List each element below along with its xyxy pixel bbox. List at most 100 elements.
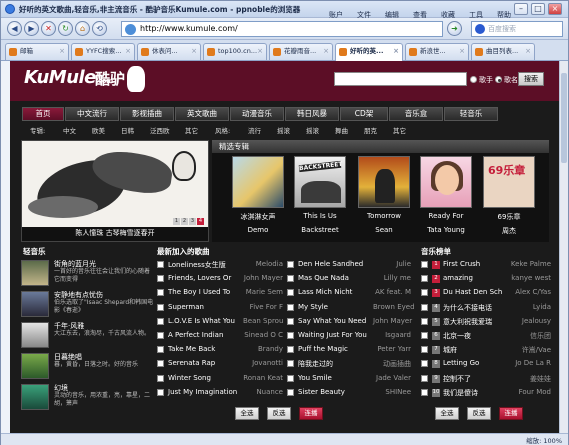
album-title[interactable]: This Is Us (288, 212, 352, 220)
tab-close-icon[interactable]: × (323, 44, 329, 59)
table-row[interactable]: Winter Song Ronan Keat (157, 373, 283, 386)
tab-close-icon[interactable]: × (59, 44, 65, 59)
sub-album-jk[interactable]: 日韩 (121, 125, 134, 135)
song-artist[interactable]: John Mayer (373, 317, 412, 325)
song-checkbox[interactable] (157, 374, 164, 382)
album-title[interactable]: Ready For (414, 212, 478, 220)
nav-chinese-pop[interactable]: 中文流行 (65, 107, 119, 121)
tab-top100[interactable]: top100.cn... × (203, 43, 267, 60)
song-checkbox[interactable] (287, 388, 294, 396)
song-artist[interactable]: Alex C/Yas (507, 288, 551, 296)
chart-row[interactable]: 2 amazing kanye west (421, 273, 551, 286)
table-row[interactable]: Friends, Lovers Or John Mayer (157, 273, 283, 286)
chart-row[interactable]: 5 意大利祝我爱瑞 Jealousy (421, 316, 551, 329)
list-item[interactable]: 街角的蓝月光 一首好的音乐往往会让我们的心随着它而变得 (21, 259, 157, 287)
song-artist[interactable]: Five For F (243, 303, 283, 311)
song-checkbox[interactable] (287, 360, 294, 368)
song-title[interactable]: The Boy I Used To (168, 288, 230, 296)
album-cover[interactable]: 69乐章 (483, 156, 535, 208)
song-artist[interactable]: SHINee (373, 388, 411, 396)
table-row[interactable]: Serenata Rap Jovanotti (157, 358, 283, 371)
table-row[interactable]: The Boy I Used To Marie Sem (157, 287, 283, 300)
banner-page-2[interactable]: 2 (181, 218, 188, 225)
song-artist[interactable]: Jealousy (507, 317, 551, 325)
song-title[interactable]: Winter Song (168, 374, 211, 382)
song-title[interactable]: amazing (443, 274, 473, 282)
sub-style-pop[interactable]: 流行 (248, 125, 261, 135)
sub-style-dance[interactable]: 舞曲 (335, 125, 348, 135)
song-checkbox[interactable] (287, 317, 294, 325)
song-artist[interactable]: AK feat. M (373, 288, 411, 296)
song-checkbox[interactable] (287, 261, 294, 268)
nav-light-music[interactable]: 轻音乐 (444, 107, 498, 121)
song-checkbox[interactable] (421, 374, 428, 382)
table-row[interactable]: You Smile Jade Valer (287, 373, 411, 386)
song-title[interactable]: Den Hele Sandhed (298, 260, 363, 268)
tab-kumule[interactable]: 好听的英... × (335, 43, 403, 61)
chart-row[interactable]: 9 控制不了 姜娃娃 (421, 373, 551, 386)
forward-button[interactable]: ▶ (24, 21, 39, 36)
song-title[interactable]: Serenata Rap (168, 359, 215, 367)
song-artist[interactable]: 许嵩/Vae (507, 345, 551, 355)
nav-film-songs[interactable]: 影视插曲 (120, 107, 174, 121)
album-card[interactable]: 冰淇淋女声 Demo (232, 156, 284, 234)
song-checkbox[interactable] (157, 261, 164, 268)
song-title[interactable]: Superman (168, 303, 204, 311)
song-checkbox[interactable] (421, 275, 428, 283)
nav-music-box[interactable]: 音乐盒 (389, 107, 443, 121)
address-input[interactable]: http://www.kumule.com/ (121, 21, 443, 37)
sub-album-western[interactable]: 欧美 (92, 125, 105, 135)
song-checkbox[interactable] (287, 303, 294, 311)
album-artist[interactable]: Backstreet (288, 226, 352, 234)
song-checkbox[interactable] (421, 317, 428, 325)
sub-album-other[interactable]: 其它 (185, 125, 198, 135)
table-row[interactable]: Loneliness女生版 Melodia (157, 259, 283, 272)
song-checkbox[interactable] (157, 275, 164, 283)
sub-style-rock2[interactable]: 摇滚 (306, 125, 319, 135)
sub-style-rock[interactable]: 摇滚 (277, 125, 290, 135)
table-row[interactable]: Puff the Magic Peter Yarr (287, 344, 411, 357)
table-row[interactable]: Den Hele Sandhed Julie (287, 259, 411, 272)
table-row[interactable]: Just My Imagination Nuance (157, 387, 283, 400)
song-checkbox[interactable] (421, 346, 428, 354)
nav-home[interactable]: 首页 (22, 107, 64, 121)
back-button[interactable]: ◀ (7, 21, 22, 36)
tab-question[interactable]: 休表问... × (137, 43, 201, 60)
tab-close-icon[interactable]: × (459, 44, 465, 59)
tab-tracklist[interactable]: 曲目列表... × (471, 43, 535, 60)
song-artist[interactable]: Keke Palme (507, 260, 551, 268)
song-checkbox[interactable] (157, 289, 164, 297)
tab-mail[interactable]: 邮箱 × (5, 43, 69, 60)
album-cover[interactable] (232, 156, 284, 208)
song-checkbox[interactable] (421, 289, 428, 297)
song-checkbox[interactable] (157, 303, 164, 311)
song-checkbox[interactable] (157, 388, 164, 396)
song-artist[interactable]: Lyida (507, 303, 551, 311)
table-row[interactable]: A Perfect Indian Sinead O C (157, 330, 283, 343)
page-scrollbar[interactable] (559, 61, 568, 433)
song-artist[interactable]: Jade Valer (373, 374, 411, 382)
song-title[interactable]: First Crush (443, 260, 480, 268)
album-card[interactable]: Tomorrow Sean (358, 156, 410, 234)
song-checkbox[interactable] (157, 317, 164, 325)
song-title[interactable]: Say What You Need (298, 317, 366, 325)
sub-style-punk[interactable]: 朋克 (364, 125, 377, 135)
tab-yyfc[interactable]: YYFC搜索... × (71, 43, 135, 60)
song-title[interactable]: 陪我走过的 (298, 359, 333, 369)
table-row[interactable]: Sister Beauty SHINee (287, 387, 411, 400)
album-artist[interactable]: 周杰 (477, 226, 541, 236)
song-artist[interactable]: Ronan Keat (243, 374, 283, 382)
maximize-button[interactable]: □ (531, 3, 545, 15)
chart-row[interactable]: 1 First Crush Keke Palme (421, 259, 551, 272)
go-button[interactable]: ➜ (447, 21, 462, 36)
table-row[interactable]: My Style Brown Eyed (287, 302, 415, 315)
song-title[interactable]: My Style (298, 303, 328, 311)
album-card[interactable]: Ready For Tata Young (420, 156, 472, 234)
song-title[interactable]: Mas Que Nada (298, 274, 349, 282)
item-thumbnail[interactable] (21, 291, 49, 317)
song-artist[interactable]: Melodia (243, 260, 283, 268)
song-checkbox[interactable] (157, 360, 164, 368)
song-title[interactable]: 为什么不接电话 (443, 303, 492, 313)
chart-row[interactable]: 6 北京一夜 信乐团 (421, 330, 551, 343)
item-thumbnail[interactable] (21, 353, 49, 379)
